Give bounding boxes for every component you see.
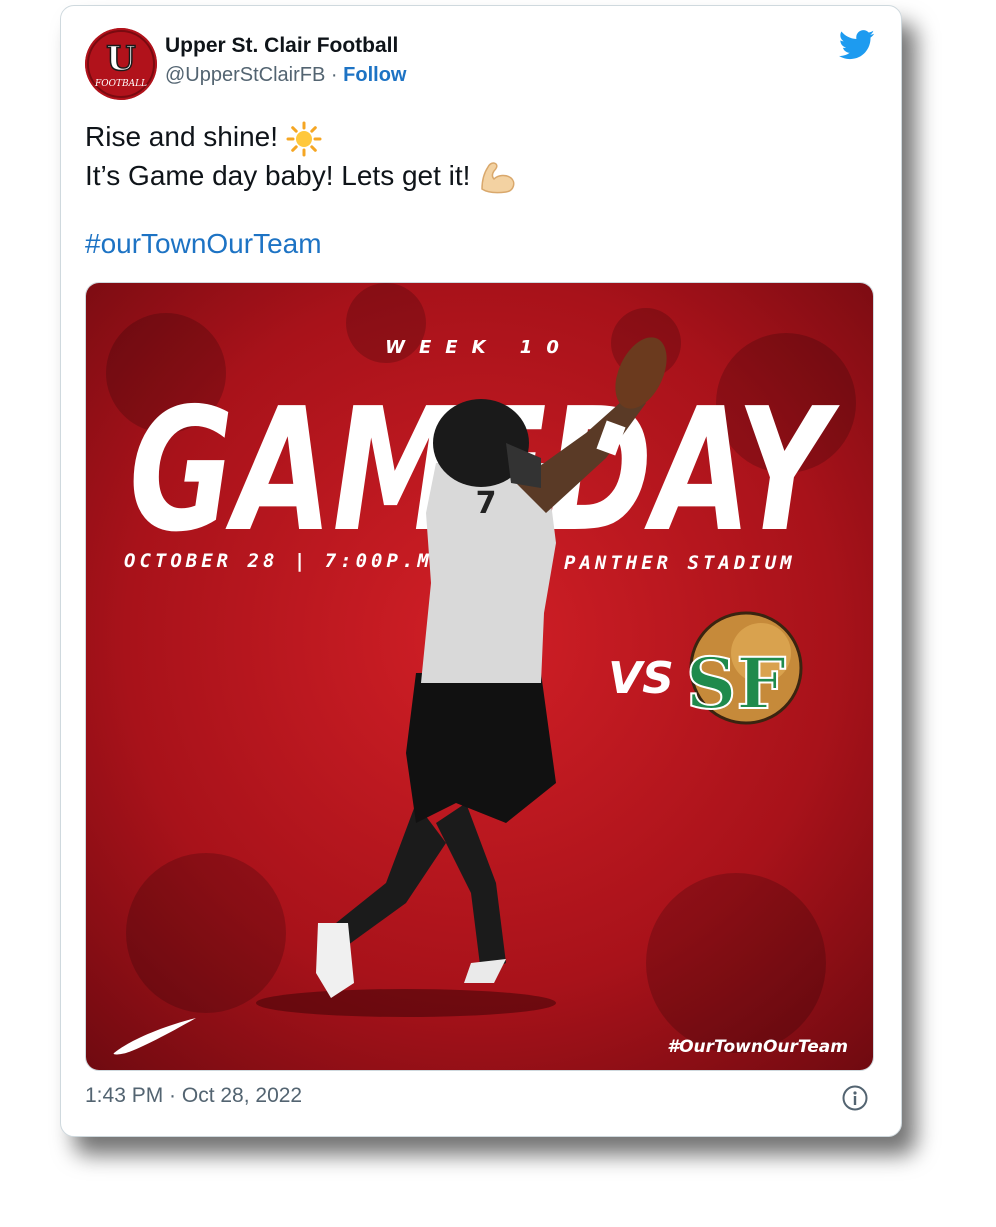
venue: PANTHER STADIUM: [564, 552, 796, 574]
graphic-hashtag: #OurTownOurTeam: [667, 1037, 848, 1057]
info-icon[interactable]: [842, 1085, 868, 1111]
author-name[interactable]: Upper St. Clair Football: [165, 34, 398, 58]
week-label: WEEK 10: [385, 337, 573, 358]
sun-emoji: [286, 121, 322, 157]
vs-label: VS: [608, 653, 674, 704]
separator: ·: [330, 64, 338, 86]
date-time: OCTOBER 28 | 7:00P.M.: [124, 550, 448, 572]
tweet-text: Rise and shine! It’s Game day baby! Lets…: [85, 118, 518, 195]
player-shadow: [256, 989, 556, 1017]
author-avatar[interactable]: U FOOTBALL: [85, 28, 157, 100]
avatar-logo: U FOOTBALL: [85, 28, 157, 100]
follow-button[interactable]: Follow: [343, 64, 406, 86]
author-line: @UpperStClairFB · Follow: [165, 64, 406, 87]
twitter-bird-icon[interactable]: [839, 30, 875, 60]
opponent-letters: SF: [686, 642, 786, 725]
tweet-line-1: Rise and shine!: [85, 118, 518, 157]
tweet-media[interactable]: WEEK 10 GAMEDAY OCTOBER 28 | 7:00P.M. PA…: [85, 282, 874, 1071]
tweet-line-1-text: Rise and shine!: [85, 121, 279, 152]
avatar-letter: U: [106, 39, 136, 79]
author-handle[interactable]: @UpperStClairFB: [165, 64, 325, 86]
tweet-hashtag[interactable]: #ourTownOurTeam: [85, 228, 322, 260]
jersey-number: 7: [476, 486, 497, 521]
tweet-timestamp[interactable]: 1:43 PM · Oct 28, 2022: [85, 1084, 302, 1108]
flexed-biceps-emoji: [481, 162, 515, 194]
avatar-script: FOOTBALL: [94, 79, 147, 89]
tweet-line-2-text: It’s Game day baby! Lets get it!: [85, 159, 471, 191]
gameday-graphic: WEEK 10 GAMEDAY OCTOBER 28 | 7:00P.M. PA…: [86, 283, 873, 1070]
tweet-line-2: It’s Game day baby! Lets get it!: [85, 157, 518, 196]
tweet-card: U FOOTBALL Upper St. Clair Football @Upp…: [60, 5, 902, 1137]
